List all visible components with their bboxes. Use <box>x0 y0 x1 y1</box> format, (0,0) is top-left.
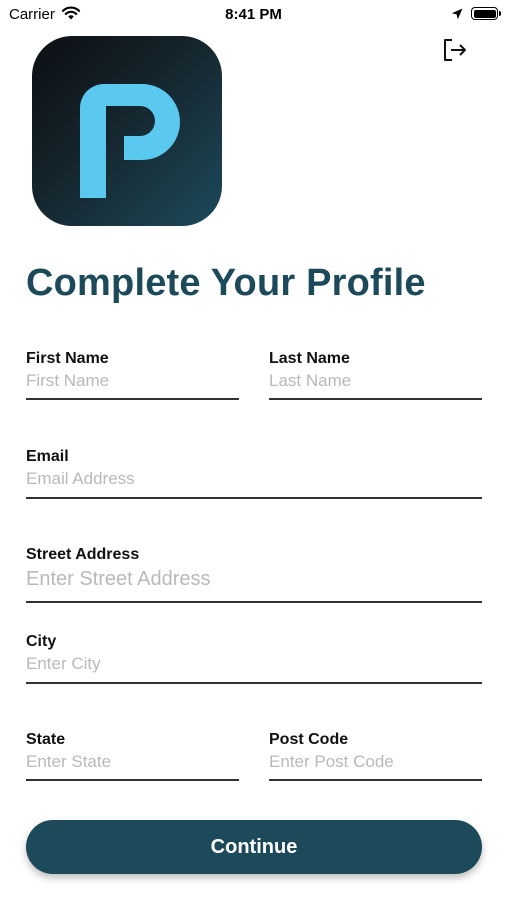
city-input[interactable] <box>26 652 482 676</box>
first-name-field-group: First Name <box>26 349 239 400</box>
location-arrow-icon <box>451 7 463 25</box>
last-name-input[interactable] <box>269 369 482 393</box>
first-name-label: First Name <box>26 350 109 367</box>
last-name-field-group: Last Name <box>269 349 482 400</box>
continue-button[interactable]: Continue <box>26 820 482 874</box>
logout-icon[interactable] <box>440 35 470 65</box>
first-name-underline <box>26 398 239 400</box>
status-bar: Carrier 8:41 PM <box>0 0 507 30</box>
battery-icon <box>471 7 501 20</box>
post-code-label: Post Code <box>269 731 349 748</box>
state-underline <box>26 779 239 781</box>
clock: 8:41 PM <box>225 6 282 23</box>
email-input[interactable] <box>26 467 482 491</box>
street-field-group: Street Address <box>26 545 482 603</box>
post-code-input[interactable] <box>269 750 482 774</box>
state-input[interactable] <box>26 750 239 774</box>
email-label: Email <box>26 448 69 465</box>
street-underline <box>26 601 482 603</box>
street-input[interactable] <box>26 565 482 593</box>
last-name-label: Last Name <box>269 350 350 367</box>
state-label: State <box>26 731 66 748</box>
first-name-input[interactable] <box>26 369 239 393</box>
city-field-group: City <box>26 632 482 684</box>
page-title: Complete Your Profile <box>26 262 426 304</box>
post-code-field-group: Post Code <box>269 730 482 781</box>
post-code-underline <box>269 779 482 781</box>
city-label: City <box>26 633 57 650</box>
last-name-underline <box>269 398 482 400</box>
street-label: Street Address <box>26 546 140 563</box>
email-underline <box>26 497 482 499</box>
email-field-group: Email <box>26 447 482 499</box>
state-field-group: State <box>26 730 239 781</box>
app-logo <box>32 36 222 226</box>
city-underline <box>26 682 482 684</box>
